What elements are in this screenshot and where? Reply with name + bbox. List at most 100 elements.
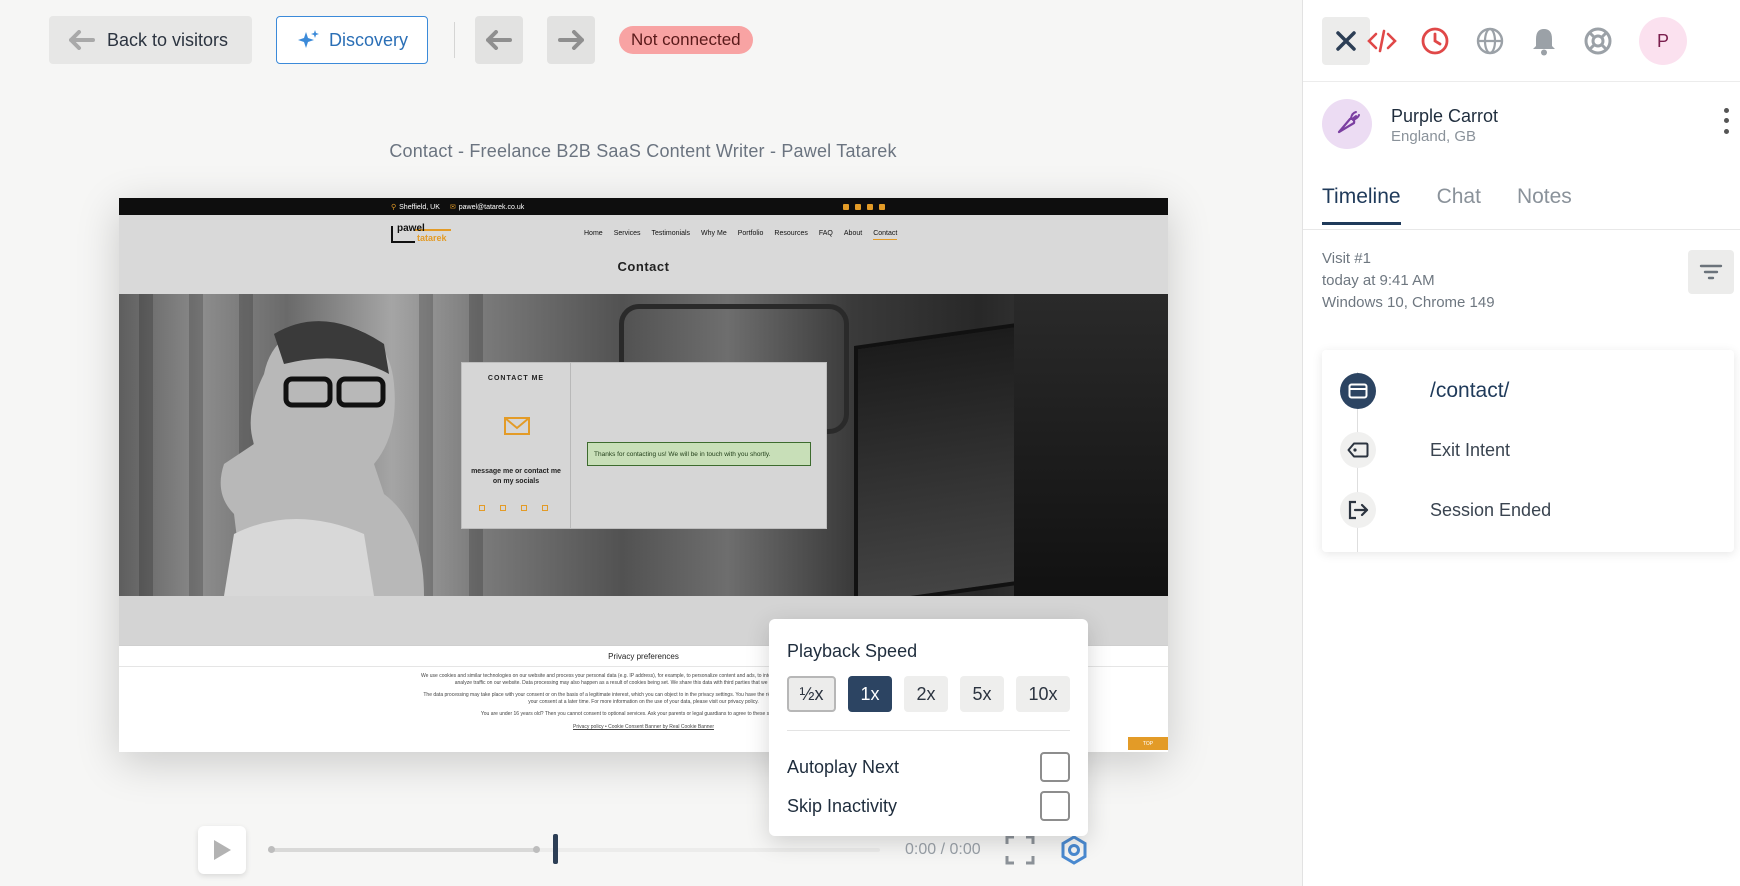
youtube-icon [521, 505, 527, 511]
back-button-label: Back to visitors [107, 29, 229, 50]
playback-speed-title: Playback Speed [787, 641, 918, 661]
carrot-icon [1337, 111, 1360, 134]
contact-card-title: CONTACT ME [487, 375, 545, 382]
site-logo: pawel tatarek [391, 223, 455, 245]
visitor-sidebar: P Purple Carrot England, GB Timeline Cha… [1302, 0, 1740, 886]
popup-divider [787, 730, 1070, 731]
site-top-strip: ⚲ Sheffield, UK ✉ pawel@tatarek.co.uk [119, 198, 1168, 215]
background-monitor [1014, 294, 1168, 596]
next-button[interactable] [547, 16, 595, 64]
site-nav-item: FAQ [818, 230, 833, 237]
toolbar-divider [454, 22, 455, 58]
scrubber-marker [533, 846, 540, 853]
browser-page-icon [1340, 373, 1376, 409]
mail-icon: ✉ [449, 203, 456, 211]
recorded-page-title: Contact - Freelance B2B SaaS Content Wri… [389, 141, 897, 161]
site-nav-item: Testimonials [651, 230, 691, 237]
play-button[interactable] [198, 826, 246, 874]
back-to-visitors-button[interactable]: Back to visitors [49, 16, 252, 64]
bell-icon[interactable] [1528, 25, 1560, 57]
tiktok-icon [867, 203, 873, 210]
instagram-icon [500, 505, 506, 511]
site-social-icons [843, 203, 885, 210]
sidebar-tabs: Timeline Chat Notes [1322, 185, 1572, 225]
close-icon [1336, 31, 1356, 51]
skip-inactivity-label: Skip Inactivity [787, 795, 898, 816]
linkedin-icon [843, 203, 849, 210]
contact-card: CONTACT ME message me or contact me on m… [461, 362, 827, 529]
timecode: 0:00 / 0:00 [905, 841, 981, 858]
envelope-icon [504, 417, 530, 435]
site-nav-item: Resources [774, 230, 808, 237]
speed-option-1x[interactable]: 1x [848, 676, 892, 712]
more-options-icon[interactable] [1718, 105, 1734, 137]
speed-option-5x[interactable]: 5x [960, 676, 1004, 712]
filter-button[interactable] [1688, 250, 1734, 294]
timeline-list: /contact/ Exit Intent Session Ended [1322, 350, 1734, 552]
scroll-top-badge: TOP [1128, 737, 1168, 750]
tab-timeline[interactable]: Timeline [1322, 185, 1401, 225]
exit-icon [1340, 492, 1376, 528]
form-success-message: Thanks for contacting us! We will be in … [587, 442, 811, 466]
skip-inactivity-option: Skip Inactivity [787, 791, 1070, 821]
timeline-item-label: /contact/ [1430, 379, 1510, 402]
skip-inactivity-checkbox[interactable] [1040, 791, 1070, 821]
playback-settings-icon[interactable] [1058, 834, 1090, 866]
tab-notes[interactable]: Notes [1517, 185, 1572, 225]
tab-chat[interactable]: Chat [1437, 185, 1481, 225]
site-nav-item: Why Me [701, 230, 727, 237]
previous-button[interactable] [475, 16, 523, 64]
arrow-left-icon [486, 30, 512, 50]
close-button[interactable] [1322, 17, 1370, 65]
speed-option-half[interactable]: ½x [787, 676, 836, 712]
background-monitor [854, 322, 1024, 596]
playback-progress [268, 848, 537, 852]
visitor-info: Purple Carrot England, GB [1322, 99, 1722, 153]
person-photo [220, 321, 424, 596]
site-nav-item: Home [584, 230, 603, 237]
speed-option-2x[interactable]: 2x [904, 676, 948, 712]
help-lifebuoy-icon[interactable] [1582, 25, 1614, 57]
tiktok-icon [542, 505, 548, 511]
scrubber-handle[interactable] [553, 834, 558, 864]
autoplay-next-option: Autoplay Next [787, 752, 1070, 782]
autoplay-next-checkbox[interactable] [1040, 752, 1070, 782]
code-icon[interactable] [1366, 25, 1398, 57]
arrow-left-icon [69, 30, 95, 50]
globe-icon[interactable] [1474, 25, 1506, 57]
site-nav-item: Services [613, 230, 641, 237]
user-avatar[interactable]: P [1639, 17, 1687, 65]
timeline-item-pageview[interactable]: /contact/ [1340, 373, 1509, 409]
history-clock-icon[interactable] [1419, 25, 1451, 57]
tabs-divider [1303, 229, 1740, 230]
visit-device: Windows 10, Chrome 149 [1322, 294, 1495, 311]
visitor-location: England, GB [1391, 128, 1477, 145]
fullscreen-icon[interactable] [1004, 834, 1036, 866]
play-icon [214, 840, 231, 860]
sparkles-icon [297, 30, 319, 48]
top-toolbar: Back to visitors Discovery Not connected [0, 0, 1302, 80]
playback-speed-popup: Playback Speed ½x 1x 2x 5x 10x Autoplay … [769, 619, 1088, 836]
site-header: pawel tatarek Home Services Testimonials… [119, 215, 1168, 294]
contact-card-socials [479, 505, 548, 511]
visit-time: today at 9:41 AM [1322, 272, 1435, 289]
timeline-item-exit-intent[interactable]: Exit Intent [1340, 432, 1510, 468]
autoplay-next-label: Autoplay Next [787, 756, 900, 777]
site-nav-item: About [843, 230, 863, 237]
arrow-right-icon [558, 30, 584, 50]
timeline-item-session-ended[interactable]: Session Ended [1340, 492, 1551, 528]
site-email: ✉ pawel@tatarek.co.uk [449, 203, 525, 211]
sidebar-header: P [1303, 0, 1740, 82]
instagram-icon [879, 203, 885, 210]
connection-status-badge: Not connected [619, 26, 753, 54]
visit-details: Visit #1 today at 9:41 AM Windows 10, Ch… [1322, 248, 1495, 314]
site-page-heading: Contact [617, 259, 670, 274]
tag-icon [1340, 432, 1376, 468]
visitor-avatar [1322, 99, 1372, 149]
discovery-button[interactable]: Discovery [276, 16, 428, 64]
playback-scrubber[interactable] [268, 834, 880, 864]
speed-options: ½x 1x 2x 5x 10x [787, 676, 1070, 712]
filter-icon [1699, 264, 1723, 280]
site-location: ⚲ Sheffield, UK [391, 203, 440, 211]
speed-option-10x[interactable]: 10x [1016, 676, 1070, 712]
